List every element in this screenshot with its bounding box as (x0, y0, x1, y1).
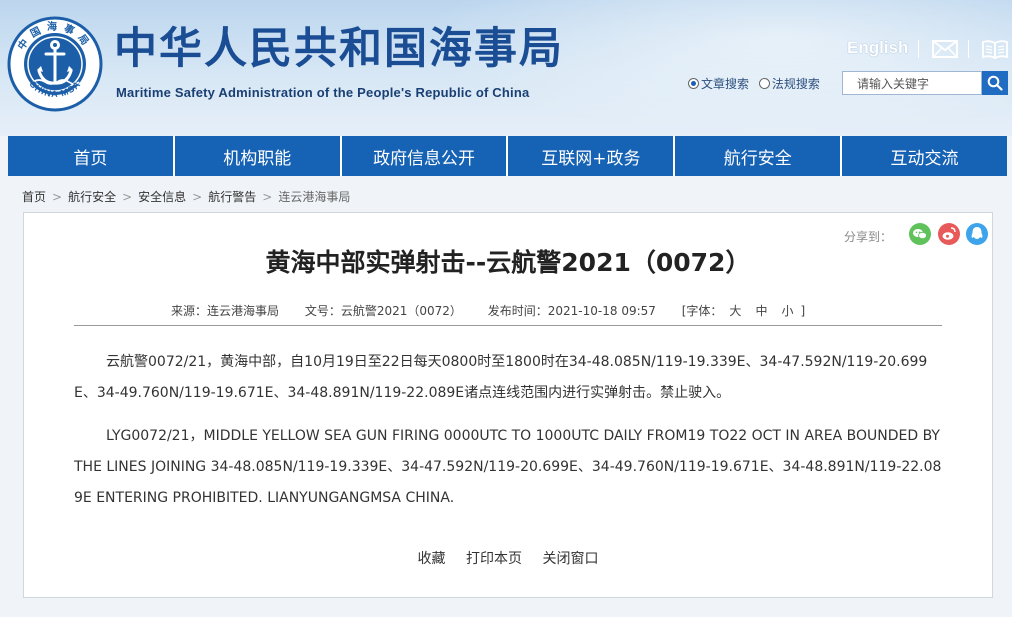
breadcrumb: 首页 > 航行安全 > 安全信息 > 航行警告 > 连云港海事局 (22, 188, 350, 205)
svg-text:CHINA MSA: CHINA MSA (27, 79, 82, 99)
font-size-medium[interactable]: 中 (755, 304, 767, 318)
breadcrumb-current[interactable]: 连云港海事局 (278, 190, 350, 204)
radio-label: 文章搜索 (701, 77, 750, 91)
breadcrumb-link[interactable]: 航行安全 (68, 190, 116, 204)
radio-article-search[interactable]: 文章搜索 (688, 75, 749, 92)
logo-top-text: 中国海事局 (15, 20, 89, 52)
main-nav: 首页 机构职能 政府信息公开 互联网+政务 航行安全 互动交流 (8, 136, 1007, 176)
nav-item-functions[interactable]: 机构职能 (175, 136, 342, 176)
article-paragraph-chinese: 云航警0072/21，黄海中部，自10月19日至22日每天0800时至1800时… (74, 354, 928, 401)
article-actions: 收藏 打印本页 关闭窗口 (24, 548, 992, 568)
msa-logo[interactable]: 中国海事局 CHINA MSA (7, 16, 103, 112)
svg-text:中国海事局: 中国海事局 (15, 20, 95, 52)
font-size-small[interactable]: 小 (781, 304, 793, 318)
breadcrumb-link[interactable]: 安全信息 (138, 190, 186, 204)
favorite-button[interactable]: 收藏 (418, 551, 446, 567)
font-size-label-close: ] (800, 304, 806, 318)
font-size-label: [字体： (681, 304, 723, 318)
logo-bottom-text: CHINA MSA (27, 79, 81, 99)
radio-unselected-icon (758, 78, 770, 89)
search-type-radio-group: 文章搜索 法规搜索 (688, 75, 826, 92)
breadcrumb-separator: > (262, 190, 273, 204)
nav-item-gov-info[interactable]: 政府信息公开 (342, 136, 509, 176)
nav-item-internet-gov[interactable]: 互联网+政务 (508, 136, 676, 176)
article-source: 来源：连云港海事局 (171, 304, 280, 318)
breadcrumb-separator: > (122, 190, 133, 204)
article-title: 黄海中部实弹射击--云航警2021（0072） (265, 248, 751, 277)
nav-item-navigation-safety[interactable]: 航行安全 (675, 136, 843, 176)
header-divider (918, 40, 919, 58)
font-size-control: [字体： 大中小] (682, 304, 805, 318)
breadcrumb-separator: > (192, 190, 203, 204)
search-input[interactable]: 请输入关键字 (842, 71, 982, 95)
weibo-icon[interactable] (938, 223, 960, 245)
logo-ring-text: 中国海事局 CHINA MSA (15, 20, 95, 99)
nav-item-interaction[interactable]: 互动交流 (842, 136, 1007, 176)
article-doc-number: 文号：云航警2021（0072） (304, 304, 462, 318)
radio-regulation-search[interactable]: 法规搜索 (758, 75, 820, 92)
site-header: 中国海事局 CHINA MSA 中华人民共和国海事局 Maritime Safe… (0, 0, 1012, 136)
article-meta: 来源：连云港海事局 文号：云航警2021（0072） 发布时间：2021-10-… (171, 302, 805, 319)
book-icon[interactable] (982, 39, 1008, 63)
english-link[interactable]: English (847, 38, 908, 58)
breadcrumb-separator: > (52, 190, 63, 204)
wechat-icon[interactable] (909, 223, 931, 245)
qq-icon[interactable] (966, 223, 988, 245)
search-button[interactable] (982, 71, 1008, 95)
close-window-button[interactable]: 关闭窗口 (542, 551, 598, 567)
title-divider (74, 325, 942, 326)
radio-label: 法规搜索 (771, 77, 820, 91)
nav-item-home[interactable]: 首页 (8, 136, 175, 176)
radio-selected-icon (688, 78, 699, 89)
print-button[interactable]: 打印本页 (466, 551, 522, 567)
breadcrumb-link[interactable]: 航行警告 (208, 190, 256, 204)
font-size-large[interactable]: 大 (729, 304, 741, 318)
header-divider (968, 40, 969, 58)
mail-icon[interactable] (932, 40, 958, 62)
site-title[interactable]: 中华人民共和国海事局 (114, 28, 564, 71)
search-icon (987, 75, 1003, 91)
site-subtitle: Maritime Safety Administration of the Pe… (116, 85, 530, 100)
article-paragraph-english: LYG0072/21，MIDDLE YELLOW SEA GUN FIRING … (74, 428, 942, 506)
article-panel: 分享到： 黄海中部实弹射击--云航警2021（0072） 来源：连云港海事局 文… (23, 212, 993, 598)
article-publish-time: 发布时间：2021-10-18 09:57 (487, 304, 656, 318)
breadcrumb-link[interactable]: 首页 (22, 190, 46, 204)
